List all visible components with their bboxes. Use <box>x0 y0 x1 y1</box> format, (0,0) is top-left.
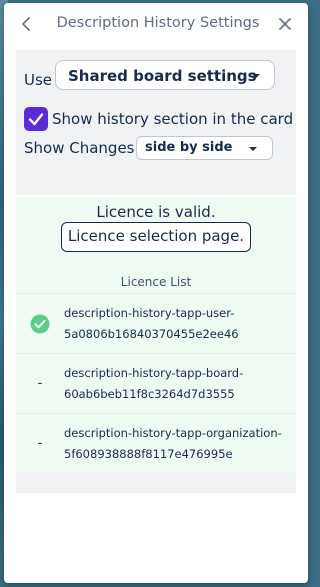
licence-selection-button[interactable]: Licence selection page. <box>61 222 251 252</box>
licence-list-item: description-history-tapp-user- 5a0806b16… <box>16 293 296 353</box>
use-settings-select[interactable]: Shared board settings <box>55 60 275 90</box>
popover-title: Description History Settings <box>56 15 260 31</box>
show-changes-label: Show Changes: <box>24 139 140 157</box>
row-marker: - <box>37 436 43 451</box>
back-button[interactable] <box>18 14 36 34</box>
popover-header: Description History Settings <box>4 3 308 45</box>
licence-id: description-history-tapp-user- 5a0806b16… <box>64 303 292 345</box>
licence-id-line1: description-history-tapp-board- <box>64 366 244 380</box>
settings-popover: Description History Settings Use Shared … <box>4 3 308 583</box>
show-history-checkbox[interactable] <box>24 107 48 131</box>
licence-id: description-history-tapp-organization- 5… <box>64 423 292 465</box>
licence-section: Licence is valid. Licence selection page… <box>16 197 296 493</box>
licence-id-line1: description-history-tapp-user- <box>64 306 235 320</box>
licence-list-item: - description-history-tapp-board- 60ab6b… <box>16 353 296 413</box>
licence-id-line2: 5f608938888f8117e476995e <box>64 447 233 461</box>
row-marker <box>30 314 50 334</box>
chevron-down-icon <box>252 74 260 78</box>
licence-id: description-history-tapp-board- 60ab6beb… <box>64 363 292 405</box>
show-changes-select[interactable]: side by side <box>136 136 273 160</box>
close-icon <box>279 18 291 30</box>
licence-panel: Licence is valid. Licence selection page… <box>16 197 296 472</box>
licence-id-line2: 60ab6beb11f8c3264d7d3555 <box>64 387 235 401</box>
licence-id-line1: description-history-tapp-organization- <box>64 426 282 440</box>
close-button[interactable] <box>277 16 293 32</box>
checkmark-icon <box>28 113 44 126</box>
licence-status: Licence is valid. <box>96 203 216 221</box>
licence-list-heading: Licence List <box>120 275 192 289</box>
check-circle-icon <box>30 314 50 334</box>
use-select-value: Shared board settings <box>68 67 257 85</box>
chevron-left-icon <box>22 17 30 31</box>
row-marker: - <box>37 376 43 391</box>
licence-id-line2: 5a0806b16840370455e2ee46 <box>64 327 239 341</box>
chevron-down-icon <box>249 147 257 151</box>
settings-section: Use Shared board settings Show history s… <box>16 50 296 195</box>
use-label: Use <box>24 71 53 89</box>
licence-list-item: - description-history-tapp-organization-… <box>16 413 296 473</box>
show-history-label: Show history section in the card <box>52 110 294 128</box>
show-changes-value: side by side <box>145 140 233 155</box>
